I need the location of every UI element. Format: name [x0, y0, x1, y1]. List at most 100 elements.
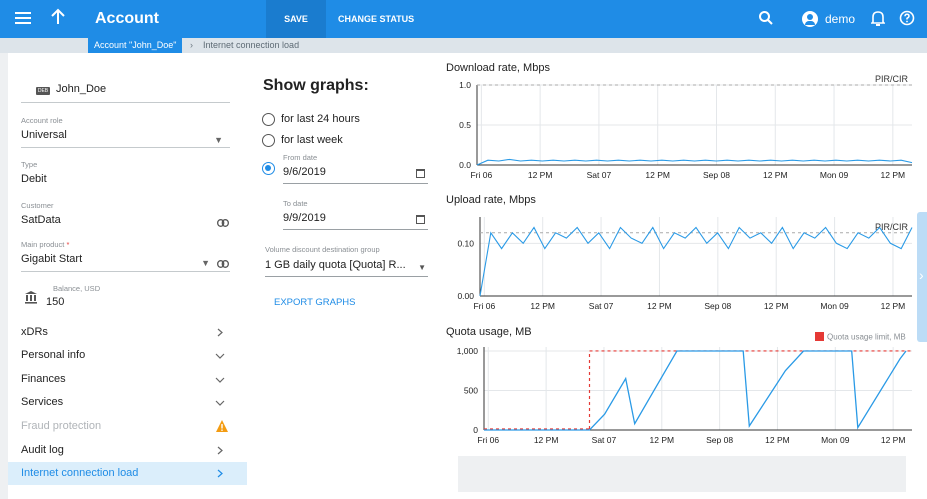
balance-label: Balance, USD	[53, 284, 101, 293]
x-tick-label: 12 PM	[764, 301, 789, 311]
nav-item-audit-log[interactable]: Audit log	[21, 439, 247, 462]
side-panel-toggle[interactable]	[917, 212, 927, 342]
y-tick-label: 1,000	[457, 346, 479, 356]
radio-custom-range[interactable]	[262, 162, 275, 175]
reference-label: PIR/CIR	[875, 75, 909, 84]
x-tick-label: Sat 07	[589, 301, 614, 311]
nav-item-finances[interactable]: Finances	[21, 368, 247, 391]
user-name: demo	[825, 12, 856, 26]
discount-group-value: 1 GB daily quota [Quota] R...	[265, 259, 406, 271]
series-line	[476, 158, 913, 166]
account-name-field[interactable]: DEB John_Doe	[21, 83, 230, 104]
x-tick-label: 12 PM	[881, 435, 906, 445]
discount-group-select[interactable]: Volume discount destination group 1 GB d…	[265, 245, 428, 277]
field-underline	[283, 183, 428, 184]
x-tick-label: 12 PM	[534, 435, 559, 445]
to-date-field[interactable]: To date 9/9/2019	[283, 199, 428, 230]
top-bar: Account SAVE CHANGE STATUS demo	[0, 0, 927, 38]
legend-swatch	[815, 332, 824, 341]
nav-item-label: Personal info	[21, 349, 86, 361]
search-icon[interactable]	[758, 10, 776, 28]
x-tick-label: 12 PM	[881, 170, 906, 180]
nav-item-internet-connection-load[interactable]: Internet connection load	[8, 462, 247, 485]
x-tick-label: 12 PM	[881, 301, 906, 311]
page-title: Account	[95, 10, 159, 27]
chart-title-upload: Upload rate, Mbps	[446, 194, 536, 206]
link-icon[interactable]	[217, 214, 229, 227]
menu-icon[interactable]	[14, 9, 34, 29]
breadcrumb-chevron-icon: ›	[190, 40, 193, 50]
chevron-down-icon	[215, 391, 225, 414]
calendar-icon[interactable]	[416, 215, 425, 224]
export-graphs-button[interactable]: EXPORT GRAPHS	[274, 297, 355, 308]
change-status-button[interactable]: CHANGE STATUS	[338, 0, 414, 38]
nav-item-personal-info[interactable]: Personal info	[21, 344, 247, 367]
arrow-up-icon[interactable]	[50, 8, 66, 30]
type-label: Type	[21, 160, 38, 169]
radio-label-24h[interactable]: for last 24 hours	[281, 113, 360, 125]
nav-item-fraud-protection[interactable]: Fraud protection	[21, 415, 247, 438]
dropdown-arrow-icon: ▼	[418, 263, 426, 272]
chart-title-download: Download rate, Mbps	[446, 62, 550, 74]
breadcrumb-account[interactable]: Account "John_Doe"	[88, 38, 183, 53]
graphs-options-panel: Show graphs: for last 24 hours for last …	[247, 53, 440, 499]
field-underline	[21, 102, 230, 103]
nav-item-label: Fraud protection	[21, 420, 102, 432]
show-graphs-title: Show graphs:	[263, 77, 369, 94]
user-menu[interactable]: demo	[802, 10, 855, 28]
reference-label: PIR/CIR	[875, 222, 909, 232]
y-tick-label: 0.10	[457, 238, 474, 248]
series-line	[479, 226, 913, 297]
account-role-select[interactable]: Account role Universal ▼	[21, 116, 230, 148]
to-date-value: 9/9/2019	[283, 212, 326, 224]
chevron-right-icon	[215, 321, 225, 344]
nav-item-label: Finances	[21, 373, 66, 385]
bell-icon[interactable]	[870, 10, 887, 28]
link-icon[interactable]	[217, 255, 229, 268]
radio-last-24-hours[interactable]	[262, 113, 275, 126]
x-tick-label: Mon 09	[820, 301, 849, 311]
bank-icon	[24, 290, 38, 304]
help-icon[interactable]	[899, 10, 917, 28]
type-value: Debit	[21, 173, 47, 185]
x-tick-label: 12 PM	[645, 170, 670, 180]
nav-item-xdrs[interactable]: xDRs	[21, 321, 247, 344]
x-tick-label: Sep 08	[703, 170, 730, 180]
account-role-label: Account role	[21, 116, 63, 125]
from-date-field[interactable]: From date 9/6/2019	[283, 153, 428, 184]
y-tick-label: 0.00	[457, 291, 474, 301]
breadcrumb-current: Internet connection load	[203, 40, 300, 50]
nav-item-label: Internet connection load	[21, 467, 139, 479]
nav-item-label: Audit log	[21, 444, 64, 456]
nav-item-services[interactable]: Services	[21, 391, 247, 414]
radio-label-week[interactable]: for last week	[281, 134, 343, 146]
from-date-label: From date	[283, 153, 318, 162]
radio-last-week[interactable]	[262, 134, 275, 147]
warning-icon	[215, 415, 229, 438]
charts-panel: Download rate, Mbps Fri 06 12 PM Sat 07 12 …	[440, 53, 927, 499]
chevron-right-icon	[215, 462, 225, 485]
quota-usage-chart: Fri 06 12 PM Sat 07 12 PM Sep 08 12 PM Mon 09 1…	[457, 332, 912, 445]
chevron-right-icon	[215, 439, 225, 462]
x-tick-label: Mon 09	[820, 170, 849, 180]
x-tick-label: 12 PM	[650, 435, 675, 445]
download-rate-chart: Fri 06 12 PM Sat 07 12 PM Sep 08 12 PM Mon 09 1…	[459, 75, 913, 180]
type-field: Type Debit	[21, 160, 230, 185]
x-tick-label: Sat 07	[592, 435, 617, 445]
x-tick-label: Sep 08	[704, 301, 731, 311]
account-role-value: Universal	[21, 129, 67, 141]
main-product-select[interactable]: Main product * Gigabit Start ▼	[21, 240, 230, 272]
nav-item-label: Services	[21, 396, 64, 408]
legend-label: Quota usage limit, MB	[827, 333, 906, 342]
account-name: John_Doe	[56, 83, 107, 95]
calendar-icon[interactable]	[416, 169, 425, 178]
x-tick-label: 12 PM	[530, 301, 555, 311]
field-underline	[21, 147, 230, 148]
chart-footer-area	[458, 456, 906, 492]
balance-value: 150	[46, 296, 65, 308]
x-tick-label: Sat 07	[587, 170, 612, 180]
save-button[interactable]: SAVE	[266, 0, 326, 38]
customer-field: Customer SatData	[21, 201, 230, 226]
chevron-down-icon	[215, 368, 225, 391]
customer-value[interactable]: SatData	[21, 214, 230, 226]
